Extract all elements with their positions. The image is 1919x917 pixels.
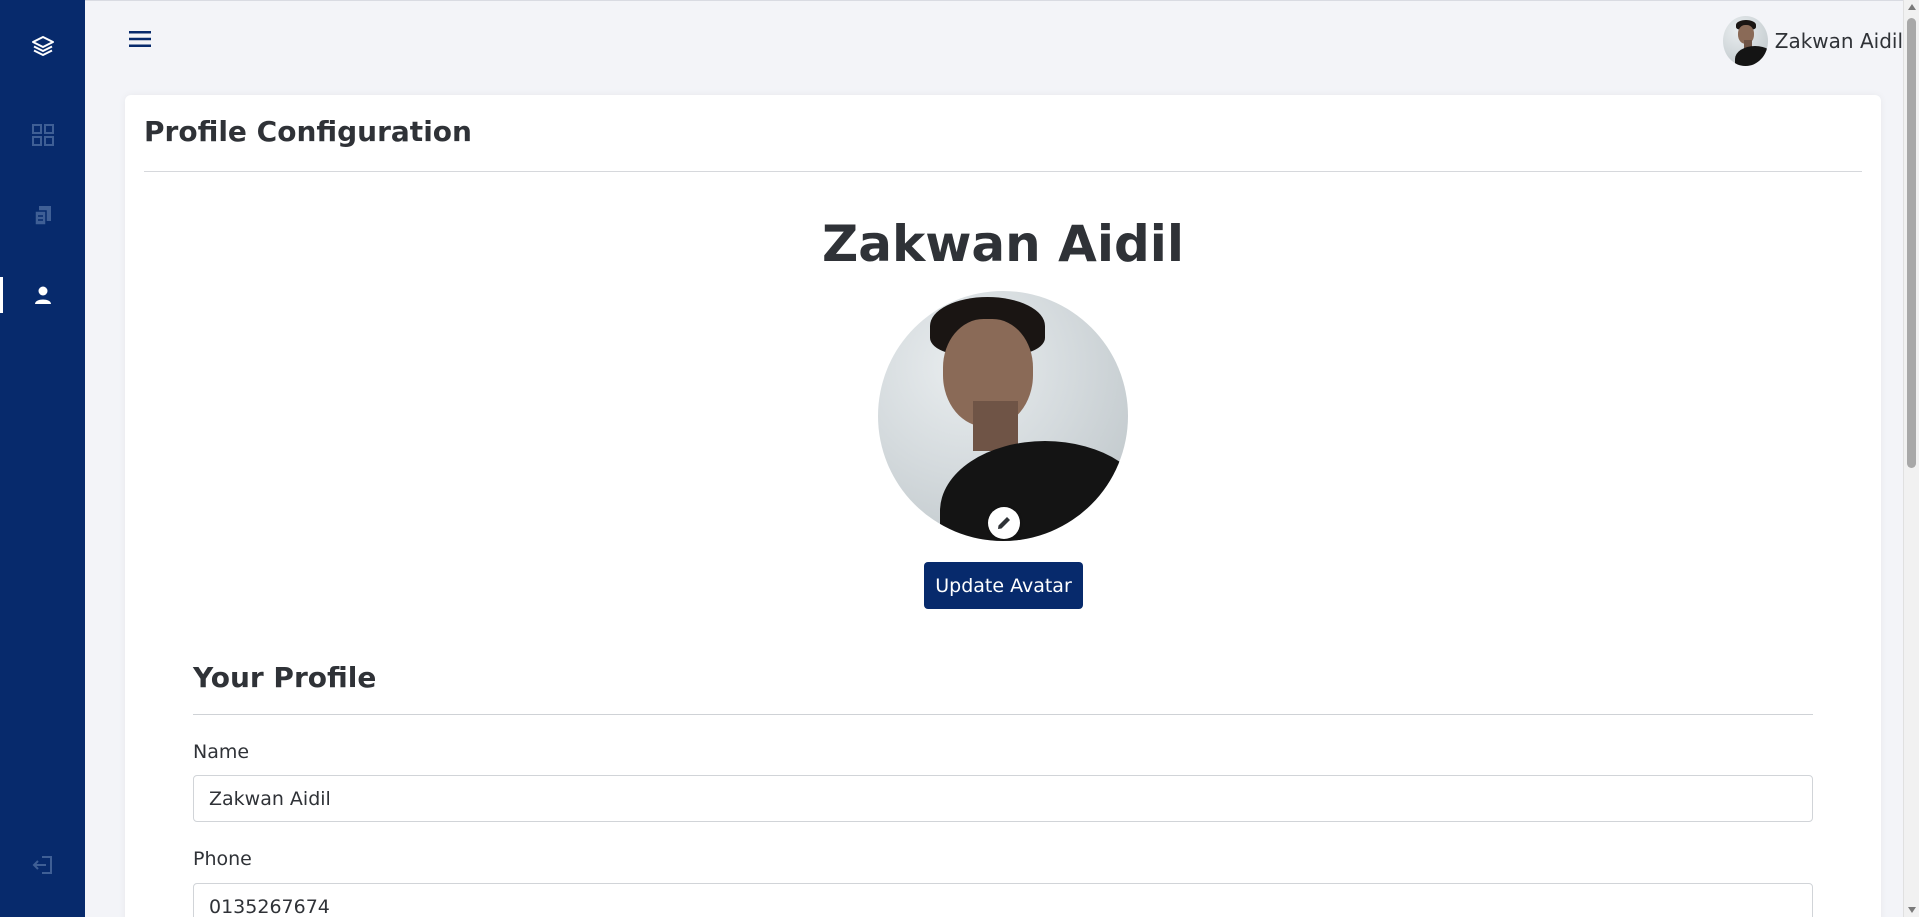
page-title: Profile Configuration <box>144 115 472 148</box>
scroll-thumb[interactable] <box>1907 18 1916 468</box>
top-bar: Zakwan Aidil <box>85 0 1903 81</box>
name-label: Name <box>193 741 250 763</box>
profile-card: Profile Configuration Zakwan Aidil Updat… <box>125 95 1881 917</box>
phone-label: Phone <box>193 848 252 870</box>
grid-icon <box>31 124 54 146</box>
phone-field[interactable] <box>193 883 1813 917</box>
section-divider <box>193 714 1813 715</box>
sidebar <box>0 0 85 917</box>
user-name: Zakwan Aidil <box>1774 29 1903 53</box>
sidebar-item-dashboard[interactable] <box>0 115 85 155</box>
pencil-icon <box>998 515 1012 529</box>
profile-avatar <box>878 291 1128 541</box>
document-icon <box>33 206 51 226</box>
name-field[interactable] <box>193 775 1813 822</box>
scroll-up-arrow-icon[interactable] <box>1908 4 1916 10</box>
logo-layers-icon[interactable] <box>0 26 85 66</box>
sidebar-item-logout[interactable] <box>0 845 85 885</box>
logout-icon <box>32 856 52 874</box>
scroll-down-arrow-icon[interactable] <box>1908 907 1916 913</box>
page-scrollbar[interactable] <box>1903 0 1919 917</box>
hamburger-icon <box>129 31 151 47</box>
sidebar-item-profile[interactable] <box>0 275 85 315</box>
update-avatar-button[interactable]: Update Avatar <box>924 562 1083 609</box>
avatar-image <box>878 291 1128 541</box>
user-icon <box>34 286 51 304</box>
avatar <box>1723 16 1768 66</box>
profile-display-name: Zakwan Aidil <box>821 215 1185 273</box>
sidebar-item-documents[interactable] <box>0 196 85 236</box>
divider <box>144 171 1862 172</box>
menu-toggle-button[interactable] <box>127 27 153 51</box>
user-menu[interactable]: Zakwan Aidil <box>1723 15 1903 67</box>
edit-avatar-button[interactable] <box>988 507 1020 539</box>
section-title: Your Profile <box>193 661 377 694</box>
